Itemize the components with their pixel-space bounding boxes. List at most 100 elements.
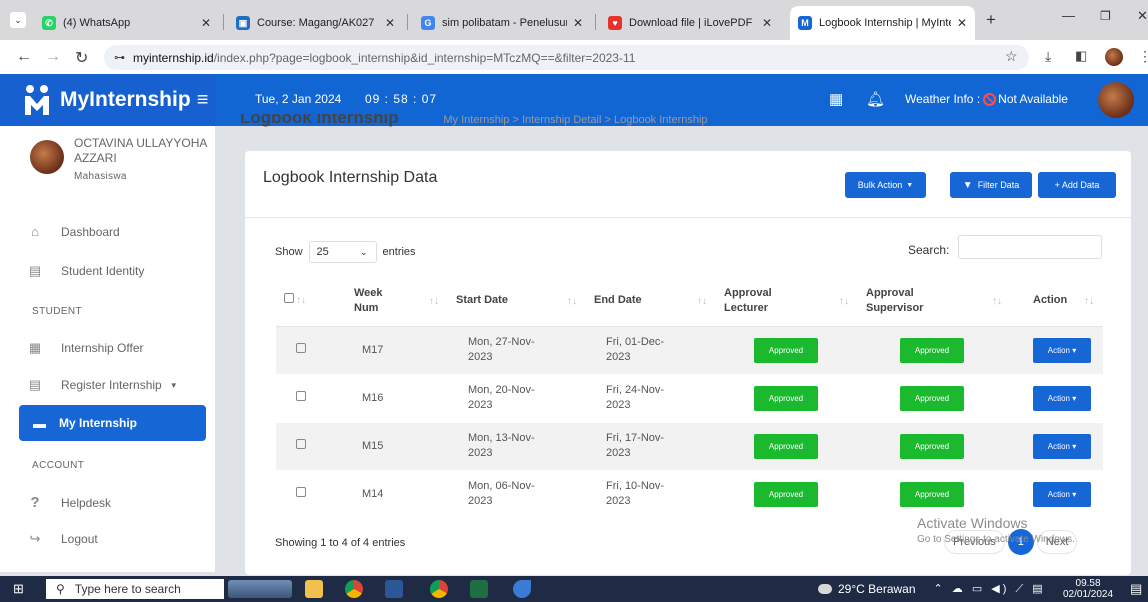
sidebar-item-helpdesk[interactable]: ? Helpdesk bbox=[28, 494, 111, 511]
briefcase-icon: ▬ bbox=[33, 415, 46, 431]
bookmark-star-icon[interactable]: ☆ bbox=[1005, 48, 1018, 65]
close-window-button[interactable]: ✕ bbox=[1137, 8, 1148, 24]
reload-icon[interactable]: ↻ bbox=[75, 48, 88, 68]
column-header-action[interactable]: Action ↑↓ bbox=[1011, 276, 1103, 327]
action-button[interactable]: Action ▾ bbox=[1033, 385, 1091, 411]
tray-icons[interactable]: ⌃ ☁ ▭ ◀) ⟋ ▤ bbox=[934, 582, 1046, 596]
lecturer-approval-cell: Approved bbox=[716, 422, 858, 471]
action-button[interactable]: Action ▾ bbox=[1033, 481, 1091, 507]
new-tab-button[interactable]: + bbox=[986, 10, 996, 30]
bulk-action-button[interactable]: Bulk Action ▼ bbox=[845, 172, 926, 198]
browser-tab[interactable]: M Logbook Internship | MyInte ✕ bbox=[790, 6, 975, 40]
chrome-active-icon[interactable] bbox=[430, 580, 448, 598]
sidebar-item-logout[interactable]: ↪ Logout bbox=[28, 531, 98, 547]
tab-favicon-icon: ✆ bbox=[42, 16, 56, 30]
add-data-button[interactable]: + Add Data bbox=[1038, 172, 1116, 198]
tab-favicon-icon: M bbox=[798, 16, 812, 30]
chrome-icon[interactable] bbox=[345, 580, 363, 598]
column-header-end-date[interactable]: End Date ↑↓ bbox=[586, 276, 716, 327]
tray-weather[interactable]: 29°C Berawan bbox=[838, 582, 916, 596]
filter-icon: ▼ bbox=[962, 179, 973, 191]
watermark-line1: Activate Windows bbox=[917, 515, 1028, 531]
hamburger-menu-icon[interactable]: ≡ bbox=[197, 89, 209, 112]
sidebar-item-register-internship[interactable]: ▤ Register Internship ▼ bbox=[28, 377, 178, 393]
bell-icon[interactable]: 🔔︎ bbox=[866, 90, 885, 108]
column-header-week[interactable]: Week Num ↑↓ bbox=[346, 276, 448, 327]
tab-close-icon[interactable]: ✕ bbox=[385, 16, 395, 30]
taskbar-clock[interactable]: 09.58 02/01/2024 bbox=[1063, 578, 1113, 600]
file-explorer-icon[interactable] bbox=[305, 580, 323, 598]
sidebar-item-label: My Internship bbox=[59, 416, 138, 430]
forward-icon[interactable]: → bbox=[45, 48, 61, 66]
column-header-start-date[interactable]: Start Date ↑↓ bbox=[448, 276, 586, 327]
tab-title: Logbook Internship | MyInte bbox=[819, 17, 951, 29]
notification-icon[interactable]: ▤ bbox=[1130, 581, 1142, 597]
browser-tab[interactable]: ✆ (4) WhatsApp ✕ bbox=[34, 6, 219, 40]
weather-info: Weather Info : Not Available bbox=[905, 92, 1068, 106]
row-checkbox[interactable] bbox=[296, 390, 306, 401]
sort-icon: ↑↓ bbox=[1084, 296, 1094, 307]
side-panel-icon[interactable]: ◧ bbox=[1075, 48, 1087, 64]
id-card-icon: ▤ bbox=[28, 263, 42, 278]
end-date: Fri, 17-Nov-2023 bbox=[606, 432, 665, 459]
tab-close-icon[interactable]: ✕ bbox=[762, 16, 772, 30]
sort-icon: ↑↓ bbox=[839, 296, 849, 307]
action-button[interactable]: Action ▾ bbox=[1033, 337, 1091, 363]
tab-favicon-icon: ▣ bbox=[236, 16, 250, 30]
entries-value: 25 bbox=[316, 246, 329, 258]
tab-close-icon[interactable]: ✕ bbox=[573, 16, 583, 30]
news-widget-icon[interactable] bbox=[228, 580, 292, 598]
tab-search-button[interactable]: ⌄ bbox=[10, 12, 26, 28]
url-bar[interactable]: ⊶ myinternship.id/index.php?page=logbook… bbox=[104, 45, 1029, 70]
profile-avatar-icon[interactable] bbox=[1105, 48, 1123, 66]
entries-length-control: Show 25 ⌄ entries bbox=[275, 241, 416, 263]
action-label: Action bbox=[1047, 441, 1070, 451]
restore-button[interactable]: ❐ bbox=[1100, 9, 1111, 23]
windows-start-icon[interactable]: ⊞ bbox=[13, 581, 24, 597]
row-checkbox[interactable] bbox=[296, 486, 306, 497]
row-checkbox[interactable] bbox=[296, 438, 306, 449]
sidebar-item-dashboard[interactable]: ⌂ Dashboard bbox=[28, 224, 120, 239]
start-date-cell: Mon, 27-Nov-2023 bbox=[448, 326, 586, 375]
back-icon[interactable]: ← bbox=[16, 48, 32, 66]
lecturer-approval-cell: Approved bbox=[716, 374, 858, 423]
calendar-icon[interactable]: ▦ bbox=[829, 90, 843, 108]
taskbar-search[interactable]: ⚲ Type here to search bbox=[46, 579, 224, 599]
word-icon[interactable] bbox=[385, 580, 403, 598]
sidebar-item-my-internship[interactable]: ▬ My Internship bbox=[19, 405, 206, 441]
approved-badge: Approved bbox=[754, 433, 818, 459]
tab-favicon-icon: G bbox=[421, 16, 435, 30]
brand[interactable]: MyInternship ≡ bbox=[0, 74, 215, 126]
entries-select[interactable]: 25 ⌄ bbox=[308, 241, 377, 263]
tab-title: Course: Magang/AK027 bbox=[257, 17, 375, 29]
column-header-label: Action bbox=[1033, 294, 1068, 307]
sidebar-item-student-identity[interactable]: ▤ Student Identity bbox=[28, 263, 145, 279]
minimize-button[interactable]: — bbox=[1062, 8, 1075, 23]
browser-menu-icon[interactable]: ⋮ bbox=[1138, 48, 1148, 65]
tab-close-icon[interactable]: ✕ bbox=[201, 16, 211, 30]
card-divider bbox=[245, 217, 1131, 218]
excel-icon[interactable] bbox=[470, 580, 488, 598]
browser-tab[interactable]: Gsim polibatam - Penelusuran ✕ bbox=[413, 6, 591, 40]
row-checkbox-cell bbox=[276, 374, 346, 423]
browser-tab[interactable]: ▣ Course: Magang/AK027 ✕ bbox=[228, 6, 403, 40]
weather-tray-icon[interactable] bbox=[818, 584, 832, 594]
row-checkbox[interactable] bbox=[296, 342, 306, 353]
search-input[interactable] bbox=[958, 235, 1102, 259]
filter-data-button[interactable]: ▼ Filter Data bbox=[950, 172, 1032, 198]
column-header-approval-lecturer[interactable]: Approval Lecturer ↑↓ bbox=[716, 276, 858, 327]
app-icon[interactable] bbox=[513, 580, 531, 598]
action-button[interactable]: Action ▾ bbox=[1033, 433, 1091, 459]
select-all-checkbox[interactable] bbox=[284, 293, 294, 304]
table-info: Showing 1 to 4 of 4 entries bbox=[275, 537, 406, 549]
supervisor-approval-cell: Approved bbox=[858, 326, 1011, 375]
tab-close-icon[interactable]: ✕ bbox=[957, 16, 967, 30]
site-info-icon[interactable]: ⊶ bbox=[114, 51, 125, 64]
download-icon[interactable]: ⤓ bbox=[1045, 48, 1051, 65]
question-icon: ? bbox=[30, 494, 40, 511]
column-header-approval-supervisor[interactable]: Approval Supervisor ↑↓ bbox=[858, 276, 1011, 327]
sidebar-item-internship-offer[interactable]: ▦ Internship Offer bbox=[28, 340, 144, 356]
sort-icon[interactable]: ↑↓ bbox=[296, 295, 306, 306]
browser-tab[interactable]: ♥ Download file | iLovePDF ✕ bbox=[600, 6, 780, 40]
user-avatar[interactable] bbox=[1098, 82, 1134, 118]
